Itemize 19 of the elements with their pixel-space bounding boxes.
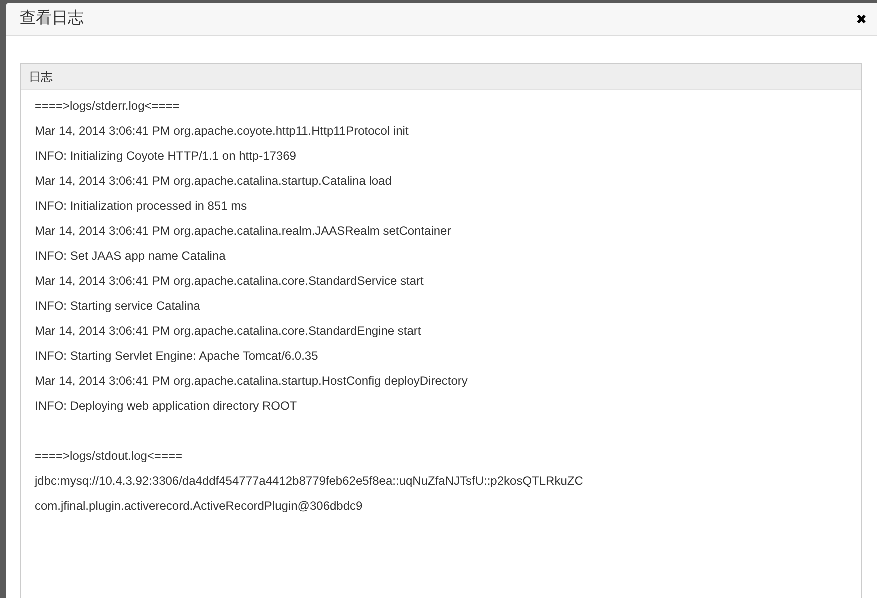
- log-line: Mar 14, 2014 3:06:41 PM org.apache.catalina.startup.HostConfig deployDirectory: [35, 373, 469, 390]
- log-line: Mar 14, 2014 3:06:41 PM org.apache.catalina.realm.JAASRealm setContainer: [35, 223, 452, 240]
- log-line: Mar 14, 2014 3:06:41 PM org.apache.catalina.core.StandardService start: [35, 273, 425, 290]
- log-line: INFO: Initializing Coyote HTTP/1.1 on http-17369: [35, 148, 298, 165]
- log-file-header: ====>logs/stdout.log<====: [35, 448, 184, 465]
- log-line: INFO: Starting service Catalina: [35, 298, 202, 315]
- log-line: Mar 14, 2014 3:06:41 PM org.apache.catalina.startup.Catalina load: [35, 173, 393, 190]
- log-line: INFO: Deploying web application directory ROOT: [35, 398, 298, 415]
- dialog-title: 查看日志: [20, 8, 84, 29]
- log-line: Mar 14, 2014 3:06:41 PM org.apache.coyote.http11.Http11Protocol init: [35, 123, 410, 140]
- log-line: jdbc:mysq://10.4.3.92:3306/da4ddf454777a4412b8779feb62e5f8ea::uqNuZfaNJTsfU::p2kosQTLRkuZC: [35, 473, 584, 490]
- log-line: com.jfinal.plugin.activerecord.ActiveRecordPlugin@306dbdc9: [35, 498, 364, 515]
- log-file-header: ====>logs/stderr.log<====: [35, 98, 181, 115]
- log-line: Mar 14, 2014 3:06:41 PM org.apache.catalina.core.StandardEngine start: [35, 323, 422, 340]
- close-button[interactable]: ✖: [854, 12, 869, 26]
- log-line: INFO: Initialization processed in 851 ms: [35, 198, 248, 215]
- log-line: INFO: Set JAAS app name Catalina: [35, 248, 227, 265]
- log-line: INFO: Starting Servlet Engine: Apache Tomcat/6.0.35: [35, 348, 320, 365]
- panel-heading: 日志: [21, 64, 861, 90]
